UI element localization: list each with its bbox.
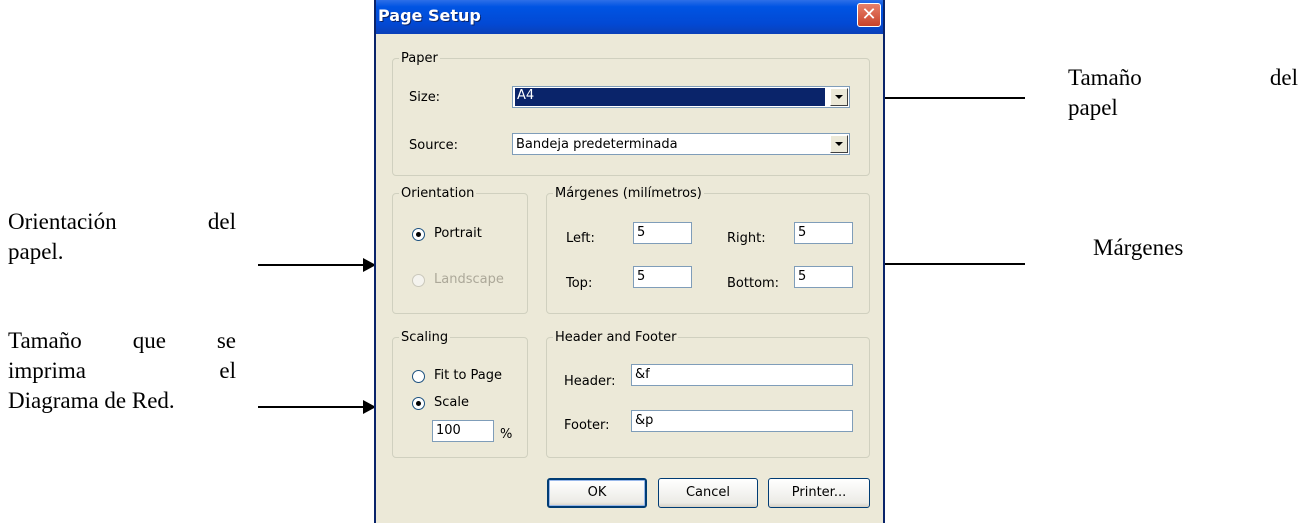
portrait-radio[interactable] bbox=[412, 228, 425, 241]
size-label: Size: bbox=[409, 90, 441, 105]
top-margin-label: Top: bbox=[566, 276, 593, 291]
right-margin-input[interactable]: 5 bbox=[794, 222, 853, 244]
fit-to-page-radio[interactable] bbox=[412, 370, 425, 383]
size-dropdown[interactable]: A4 bbox=[512, 86, 850, 108]
annotation-margins: Márgenes bbox=[1093, 233, 1183, 263]
printer-button[interactable]: Printer... bbox=[768, 478, 870, 508]
source-label: Source: bbox=[409, 138, 459, 153]
footer-label: Footer: bbox=[564, 418, 610, 433]
left-margin-input[interactable]: 5 bbox=[633, 222, 692, 244]
source-dropdown[interactable]: Bandeja predeterminada bbox=[512, 133, 850, 155]
annotation-scaling-line-3: Diagrama de Red. bbox=[8, 388, 175, 413]
arrow-to-orientation bbox=[258, 258, 376, 272]
margins-group: Márgenes (milímetros) bbox=[546, 186, 870, 314]
size-value: A4 bbox=[515, 88, 825, 106]
annotation-scaling-word-5: el bbox=[219, 358, 236, 383]
bottom-margin-input[interactable]: 5 bbox=[794, 266, 853, 288]
size-dropdown-arrow-icon[interactable] bbox=[830, 88, 848, 106]
landscape-label[interactable]: Landscape bbox=[434, 272, 504, 287]
scaling-legend: Scaling bbox=[401, 330, 449, 345]
scale-input[interactable]: 100 bbox=[432, 420, 494, 442]
paper-group: Paper bbox=[392, 51, 870, 176]
close-button[interactable]: ✕ bbox=[857, 3, 881, 27]
arrow-to-scaling bbox=[258, 400, 376, 414]
bottom-margin-label: Bottom: bbox=[727, 276, 780, 291]
dialog-title: Page Setup bbox=[378, 6, 481, 25]
orientation-group: Orientation bbox=[392, 186, 528, 314]
scale-label[interactable]: Scale bbox=[434, 395, 469, 410]
landscape-radio[interactable] bbox=[412, 274, 425, 287]
portrait-label[interactable]: Portrait bbox=[434, 226, 482, 241]
header-footer-legend: Header and Footer bbox=[555, 330, 677, 345]
cancel-button[interactable]: Cancel bbox=[658, 478, 758, 508]
annotation-orientation-word-2: del bbox=[207, 209, 236, 234]
top-margin-input[interactable]: 5 bbox=[633, 266, 692, 288]
paper-legend: Paper bbox=[401, 51, 438, 66]
annotation-scaling-word-2: que bbox=[132, 328, 166, 353]
source-dropdown-arrow-icon[interactable] bbox=[830, 135, 848, 153]
left-margin-label: Left: bbox=[566, 231, 595, 246]
header-input[interactable]: &f bbox=[631, 364, 853, 386]
annotation-orientation-line-2: papel. bbox=[8, 239, 64, 264]
annotation-scaling-word-3: se bbox=[216, 328, 236, 353]
annotation-paper-size-word-2: del bbox=[1269, 65, 1298, 90]
annotation-paper-size-line-2: papel bbox=[1068, 95, 1118, 120]
annotation-paper-size-word-1: Tamaño bbox=[1068, 65, 1142, 90]
header-label: Header: bbox=[564, 374, 616, 389]
annotation-scaling-word-4: imprima bbox=[8, 358, 86, 383]
footer-input[interactable]: &p bbox=[631, 410, 853, 432]
annotation-paper-size: Tamaño del papel bbox=[1068, 63, 1298, 123]
annotation-margins-text: Márgenes bbox=[1093, 235, 1184, 260]
fit-to-page-label[interactable]: Fit to Page bbox=[434, 368, 502, 383]
margins-legend: Márgenes (milímetros) bbox=[555, 186, 702, 201]
title-bar[interactable]: Page Setup ✕ bbox=[376, 0, 883, 34]
page-setup-dialog: Page Setup ✕ Paper Size: A4 Source: Band… bbox=[374, 0, 885, 523]
close-icon: ✕ bbox=[861, 4, 877, 25]
annotation-scaling-word-1: Tamaño bbox=[8, 328, 82, 353]
header-footer-group: Header and Footer bbox=[546, 330, 870, 458]
annotation-orientation: Orientación del papel. bbox=[8, 207, 236, 267]
annotation-scaling: Tamaño que se imprima el Diagrama de Red. bbox=[8, 326, 236, 416]
percent-label: % bbox=[500, 427, 513, 442]
scale-radio[interactable] bbox=[412, 397, 425, 410]
annotation-orientation-word-1: Orientación bbox=[8, 209, 117, 234]
right-margin-label: Right: bbox=[727, 231, 766, 246]
ok-button[interactable]: OK bbox=[547, 478, 647, 508]
source-value: Bandeja predeterminada bbox=[516, 137, 678, 152]
orientation-legend: Orientation bbox=[401, 186, 475, 201]
